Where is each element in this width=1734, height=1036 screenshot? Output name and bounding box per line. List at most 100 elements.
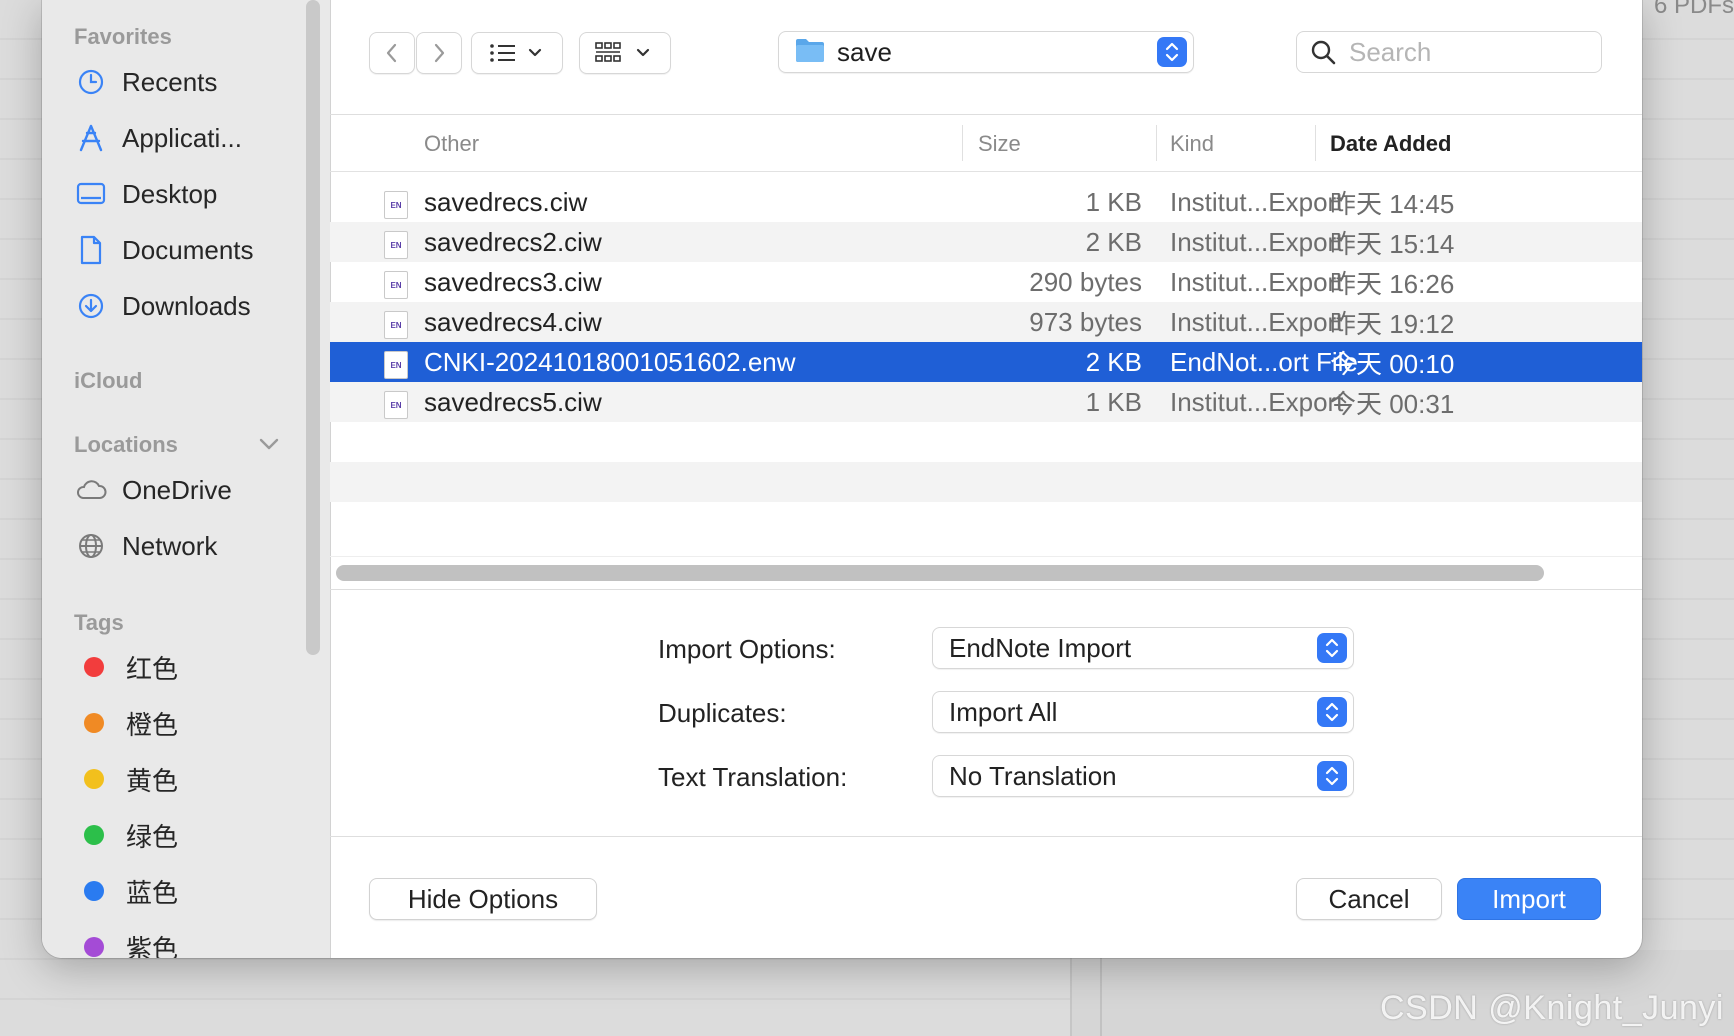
column-date-added[interactable]: Date Added xyxy=(1330,131,1451,157)
sidebar-item-recents[interactable]: Recents xyxy=(74,60,294,104)
popup-stepper-icon xyxy=(1157,37,1187,67)
file-row[interactable]: EN savedrecs3.ciw 290 bytes Institut...E… xyxy=(330,262,1642,302)
import-options-select[interactable]: EndNote Import xyxy=(932,627,1354,669)
empty-row xyxy=(330,462,1642,502)
cloud-icon xyxy=(74,473,108,507)
watermark: CSDN @Knight_Junyi xyxy=(1380,989,1724,1027)
document-icon xyxy=(74,233,108,267)
import-button[interactable]: Import xyxy=(1457,878,1601,920)
file-kind: Institut...Export xyxy=(1170,266,1344,297)
column-separator xyxy=(1315,125,1316,161)
file-date: 昨天 15:14 xyxy=(1330,228,1455,259)
duplicates-label: Duplicates: xyxy=(658,698,787,728)
sidebar: Favorites Recents Applicati... Desktop D… xyxy=(42,0,331,958)
sidebar-item-applications[interactable]: Applicati... xyxy=(74,116,294,160)
sidebar-item-downloads[interactable]: Downloads xyxy=(74,284,294,328)
import-options-label: Import Options: xyxy=(658,634,836,664)
icloud-heading[interactable]: iCloud xyxy=(74,368,142,394)
file-row[interactable]: EN savedrecs.ciw 1 KB Institut...Export … xyxy=(330,182,1642,222)
location-popup[interactable]: save xyxy=(778,31,1194,73)
hide-options-button[interactable]: Hide Options xyxy=(369,878,597,920)
file-name: savedrecs4.ciw xyxy=(424,306,602,337)
desktop-icon xyxy=(74,177,108,211)
applications-icon xyxy=(74,121,108,155)
text-translation-select[interactable]: No Translation xyxy=(932,755,1354,797)
empty-row xyxy=(330,502,1642,542)
column-size[interactable]: Size xyxy=(978,131,1021,157)
popup-stepper-icon xyxy=(1317,697,1347,727)
import-options-panel: Import Options: EndNote Import Duplicate… xyxy=(330,590,1642,837)
file-date: 昨天 19:12 xyxy=(1330,308,1455,339)
background-divider xyxy=(1100,950,1102,1036)
file-icon: EN xyxy=(384,391,408,419)
tag-color-dot xyxy=(84,713,104,733)
location-label: save xyxy=(837,36,892,67)
sidebar-tag-yellow[interactable]: 黄色 xyxy=(74,757,294,801)
duplicates-select[interactable]: Import All xyxy=(932,691,1354,733)
chevron-right-icon xyxy=(434,43,445,63)
file-date: 今天 00:31 xyxy=(1330,388,1455,419)
file-name: CNKI-20241018001051602.enw xyxy=(424,346,796,377)
file-row[interactable]: EN savedrecs4.ciw 973 bytes Institut...E… xyxy=(330,302,1642,342)
search-field[interactable]: Search xyxy=(1296,31,1602,73)
tag-color-dot xyxy=(84,769,104,789)
import-dialog: Favorites Recents Applicati... Desktop D… xyxy=(42,0,1642,958)
cancel-button[interactable]: Cancel xyxy=(1296,878,1442,920)
list-view-button[interactable] xyxy=(471,32,563,74)
sidebar-item-label: Recents xyxy=(122,66,218,97)
file-size: 290 bytes xyxy=(1029,266,1142,297)
search-icon xyxy=(1309,38,1337,66)
file-kind: Institut...Export xyxy=(1170,186,1344,217)
file-size: 2 KB xyxy=(1085,226,1142,257)
text-translation-label: Text Translation: xyxy=(658,762,848,792)
file-icon: EN xyxy=(384,191,408,219)
back-button[interactable] xyxy=(369,32,415,74)
sidebar-tag-orange[interactable]: 橙色 xyxy=(74,701,294,745)
sidebar-item-network[interactable]: Network xyxy=(74,524,294,568)
file-name: savedrecs5.ciw xyxy=(424,386,602,417)
sidebar-item-onedrive[interactable]: OneDrive xyxy=(74,468,294,512)
sidebar-tag-blue[interactable]: 蓝色 xyxy=(74,869,294,913)
sidebar-item-label: 红色 xyxy=(126,653,179,684)
file-kind: Institut...Export xyxy=(1170,306,1344,337)
empty-row xyxy=(330,422,1642,462)
horizontal-scrollbar[interactable] xyxy=(330,556,1642,590)
file-date: 今天 00:10 xyxy=(1330,348,1455,379)
select-value: EndNote Import xyxy=(949,632,1132,663)
sidebar-tag-green[interactable]: 绿色 xyxy=(74,813,294,857)
sidebar-item-label: 橙色 xyxy=(126,709,179,740)
grid-view-button[interactable] xyxy=(579,32,671,74)
chevron-left-icon xyxy=(386,43,397,63)
sidebar-item-label: 绿色 xyxy=(126,821,179,852)
column-kind[interactable]: Kind xyxy=(1170,131,1214,157)
sidebar-item-documents[interactable]: Documents xyxy=(74,228,294,272)
sidebar-item-desktop[interactable]: Desktop xyxy=(74,172,294,216)
globe-icon xyxy=(74,529,108,563)
scrollbar-thumb[interactable] xyxy=(336,565,1544,581)
file-row-selected[interactable]: EN CNKI-20241018001051602.enw 2 KB EndNo… xyxy=(330,342,1642,382)
folder-icon xyxy=(795,37,825,68)
file-date: 昨天 16:26 xyxy=(1330,268,1455,299)
sidebar-tag-red[interactable]: 红色 xyxy=(74,645,294,689)
chevron-down-icon[interactable] xyxy=(252,432,286,456)
file-icon: EN xyxy=(384,311,408,339)
sidebar-item-label: Downloads xyxy=(122,290,251,321)
file-date: 昨天 14:45 xyxy=(1330,188,1455,219)
locations-heading: Locations xyxy=(74,432,178,457)
forward-button[interactable] xyxy=(416,32,462,74)
sidebar-item-label: 紫色 xyxy=(126,933,179,959)
tags-heading: Tags xyxy=(74,610,124,635)
list-view-icon xyxy=(490,44,542,62)
tag-color-dot xyxy=(84,825,104,845)
sidebar-scrollbar[interactable] xyxy=(306,0,320,655)
file-name: savedrecs.ciw xyxy=(424,186,588,217)
grid-view-icon xyxy=(595,42,650,62)
file-row[interactable]: EN savedrecs5.ciw 1 KB Institut...Export… xyxy=(330,382,1642,422)
file-icon: EN xyxy=(384,351,408,379)
column-name[interactable]: Other xyxy=(424,131,479,157)
file-row[interactable]: EN savedrecs2.ciw 2 KB Institut...Export… xyxy=(330,222,1642,262)
search-input[interactable]: Search xyxy=(1349,37,1431,68)
sidebar-tag-purple[interactable]: 紫色 xyxy=(74,925,294,958)
sidebar-item-label: Applicati... xyxy=(122,122,242,153)
tag-color-dot xyxy=(84,881,104,901)
